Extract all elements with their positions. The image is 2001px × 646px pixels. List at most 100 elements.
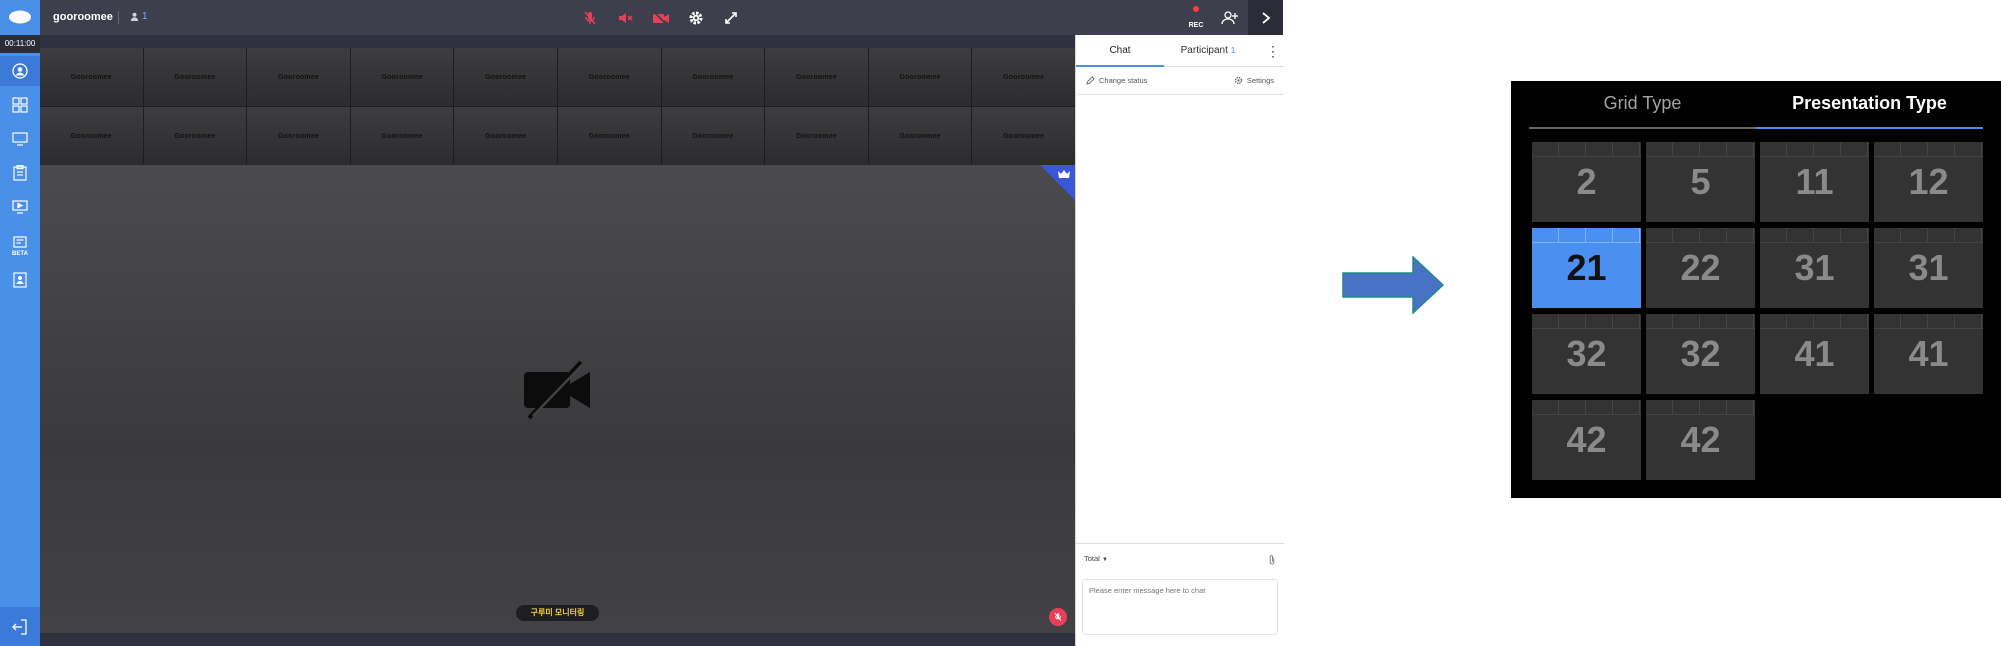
participant-thumbnail[interactable]: Gooroomee [40, 107, 143, 165]
mic-muted-icon[interactable] [580, 8, 600, 28]
layout-tile-number: 2 [1576, 161, 1597, 202]
layout-tile[interactable]: 11 [1760, 142, 1869, 222]
layout-tile-number: 5 [1690, 161, 1711, 202]
participant-thumbnail[interactable]: Gooroomee [350, 48, 454, 106]
layout-tile[interactable]: 22 [1646, 228, 1755, 308]
caret-down-icon: ▼ [1101, 557, 1108, 563]
speaker-muted-icon[interactable] [615, 8, 635, 28]
layout-tile[interactable]: 32 [1532, 314, 1641, 394]
recording-indicator[interactable]: REC [1186, 6, 1206, 32]
exit-button[interactable] [0, 607, 40, 646]
camera-off-icon[interactable] [651, 8, 671, 28]
mic-muted-badge[interactable] [1049, 608, 1067, 626]
sidebar-item-contact[interactable] [0, 265, 40, 295]
settings-label: Settings [1246, 76, 1274, 85]
rec-dot-icon [1193, 6, 1199, 12]
arrow-right-icon [1342, 256, 1444, 314]
left-sidebar: 00:11:00 BETA [0, 35, 40, 646]
participant-thumbnail[interactable]: Gooroomee [247, 48, 350, 106]
invite-user-icon[interactable] [1220, 8, 1240, 28]
tab-chat[interactable]: Chat [1076, 35, 1164, 67]
main-video[interactable]: 구루미 모니터링 [40, 165, 1075, 633]
layout-tile-number: 32 [1680, 333, 1721, 374]
more-options-icon[interactable]: ⋮ [1266, 42, 1280, 60]
layout-tile[interactable]: 12 [1874, 142, 1983, 222]
host-badge [1040, 165, 1075, 200]
layout-tile[interactable]: 42 [1646, 400, 1755, 480]
sidebar-item-screen-share[interactable] [0, 124, 40, 154]
participant-thumbnail[interactable]: Gooroomee [350, 107, 454, 165]
video-top-strip [40, 35, 1075, 48]
sidebar-item-profile[interactable] [0, 56, 40, 86]
chat-message-input[interactable] [1082, 579, 1278, 635]
layout-tile[interactable]: 32 [1646, 314, 1755, 394]
conference-app: gooroomee 1 REC 00:11:00 BETA Gooroomee … [0, 0, 1284, 646]
chat-panel: Chat Participant 1 ⋮ Change status Settin… [1075, 35, 1284, 646]
tab-participant[interactable]: Participant 1 [1164, 35, 1252, 67]
layout-tile-grid: 2 5 11 12 21 22 31 31 32 32 41 41 42 42 [1532, 142, 1983, 480]
sidebar-item-presentation[interactable] [0, 192, 40, 222]
layout-tile[interactable]: 21 [1532, 228, 1641, 308]
layout-tile[interactable]: 5 [1646, 142, 1755, 222]
participant-thumbnail[interactable]: Gooroomee [868, 48, 972, 106]
presentation-icon [12, 200, 28, 214]
participant-thumbnail[interactable]: Gooroomee [40, 48, 143, 106]
participant-thumbnail[interactable]: Gooroomee [972, 48, 1075, 106]
participant-thumbnail[interactable]: Gooroomee [143, 107, 247, 165]
contact-card-icon [13, 272, 27, 288]
change-status-button[interactable]: Change status [1086, 76, 1147, 85]
layout-tile[interactable]: 42 [1532, 400, 1641, 480]
layout-tile-number: 41 [1908, 333, 1949, 374]
layout-tile[interactable]: 41 [1874, 314, 1983, 394]
tab-participant-label: Participant [1180, 45, 1228, 56]
meeting-timer: 00:11:00 [0, 35, 40, 53]
layout-tile[interactable]: 31 [1874, 228, 1983, 308]
top-bar: gooroomee 1 REC [0, 0, 1283, 35]
tab-grid-type[interactable]: Grid Type [1529, 81, 1756, 129]
recipient-select[interactable]: Total ▼ [1084, 554, 1108, 563]
tab-presentation-type[interactable]: Presentation Type [1756, 81, 1983, 129]
chat-settings-button[interactable]: Settings [1234, 76, 1274, 85]
participant-thumbnail[interactable]: Gooroomee [661, 48, 765, 106]
layout-tile[interactable]: 41 [1760, 314, 1869, 394]
recipient-value: Total [1084, 554, 1100, 563]
participant-count: 1 [142, 11, 148, 22]
grid-layout-icon [12, 97, 28, 113]
layout-tile[interactable]: 31 [1760, 228, 1869, 308]
participant-thumbnail[interactable]: Gooroomee [765, 48, 868, 106]
pencil-icon [1086, 76, 1095, 85]
chat-toolbar: Change status Settings [1076, 67, 1284, 95]
sidebar-item-document-beta[interactable]: BETA [0, 228, 40, 264]
participant-thumbnail[interactable]: Gooroomee [972, 107, 1075, 165]
participant-thumbnail[interactable]: Gooroomee [454, 48, 557, 106]
logo[interactable] [0, 0, 40, 35]
participant-thumbnail[interactable]: Gooroomee [765, 107, 868, 165]
layout-tile-number: 41 [1794, 333, 1835, 374]
fullscreen-icon[interactable] [721, 8, 741, 28]
participant-thumbnail[interactable]: Gooroomee [143, 48, 247, 106]
clipboard-icon [13, 165, 27, 181]
participant-thumbnail[interactable]: Gooroomee [557, 48, 661, 106]
participant-thumbnail[interactable]: Gooroomee [454, 107, 557, 165]
layout-tile-number: 31 [1794, 247, 1835, 288]
chat-tabs: Chat Participant 1 ⋮ [1076, 35, 1284, 67]
attach-file-icon[interactable] [1268, 552, 1276, 570]
layout-tile[interactable]: 2 [1532, 142, 1641, 222]
layout-tile-number: 22 [1680, 247, 1721, 288]
video-area: Gooroomee Gooroomee Gooroomee Gooroomee Goor… [40, 35, 1075, 646]
participant-thumbnail[interactable]: Gooroomee [247, 107, 350, 165]
participant-thumbnail[interactable]: Gooroomee [661, 107, 765, 165]
sidebar-item-notes[interactable] [0, 158, 40, 188]
settings-gear-icon[interactable] [686, 8, 706, 28]
participant-counter[interactable]: 1 [130, 11, 148, 22]
sidebar-item-layout[interactable] [0, 90, 40, 120]
layout-tile-number: 42 [1566, 419, 1607, 460]
speaker-name-tag: 구루미 모니터링 [516, 605, 599, 621]
profile-icon [12, 63, 28, 79]
chevron-right-icon [1261, 11, 1270, 24]
participant-thumbnails: Gooroomee Gooroomee Gooroomee Gooroomee Goor… [40, 48, 1075, 165]
participant-thumbnail[interactable]: Gooroomee [557, 107, 661, 165]
participant-thumbnail[interactable]: Gooroomee [868, 107, 972, 165]
layout-type-picker: Grid Type Presentation Type 2 5 11 12 21 22 31… [1511, 81, 2001, 498]
collapse-panel-button[interactable] [1248, 0, 1283, 35]
